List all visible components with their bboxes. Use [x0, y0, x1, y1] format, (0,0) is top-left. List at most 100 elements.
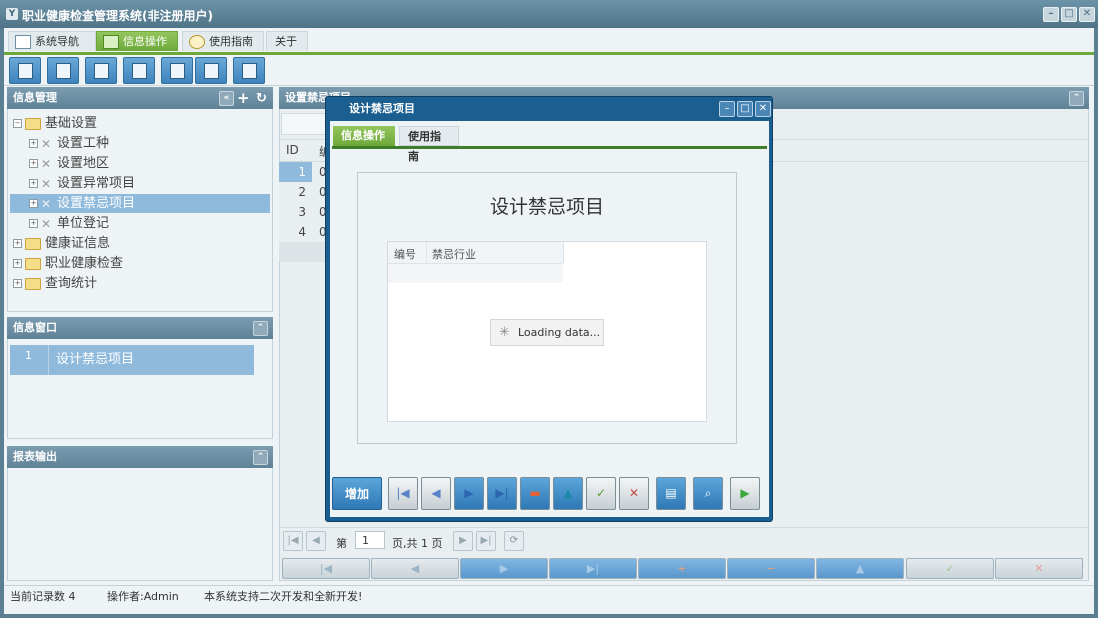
search-doc-button[interactable]: [9, 57, 41, 84]
app-logo-icon: Y: [6, 8, 18, 20]
tab-info-ops[interactable]: 信息操作: [96, 31, 178, 51]
add-button[interactable]: 增加: [332, 477, 382, 510]
close-icon[interactable]: ✕: [1079, 7, 1095, 22]
first-icon[interactable]: |◀: [388, 477, 418, 510]
collapse-icon[interactable]: ⌃: [253, 450, 268, 465]
row-number: 3: [298, 205, 306, 219]
tree-label: 单位登记: [57, 216, 110, 231]
expand-node-icon[interactable]: +: [13, 259, 22, 268]
tree-node-stats[interactable]: + 查询统计: [13, 274, 97, 294]
play-icon[interactable]: ▶: [730, 477, 760, 510]
book-button[interactable]: [47, 57, 79, 84]
tree-node-basic-settings[interactable]: − 基础设置: [13, 114, 97, 134]
table-row[interactable]: 3: [279, 202, 312, 222]
row-number: 4: [298, 225, 306, 239]
tree-node-health-check[interactable]: + 职业健康检查: [13, 254, 123, 274]
expand-node-icon[interactable]: +: [29, 199, 38, 208]
minimize-icon[interactable]: –: [1043, 7, 1059, 22]
reload-icon[interactable]: ⟳: [504, 531, 524, 551]
tree-node-health-cert[interactable]: + 健康证信息: [13, 234, 110, 254]
loading-text: Loading data...: [518, 326, 601, 339]
tab-guide[interactable]: 使用指南: [182, 31, 264, 51]
add-icon[interactable]: +: [237, 87, 250, 109]
info-window-row[interactable]: 1 设计禁忌项目: [10, 345, 254, 375]
edit-icon[interactable]: ▲: [553, 477, 583, 510]
info-window-header: 信息窗口 ⌃: [7, 317, 273, 339]
users-button[interactable]: [123, 57, 155, 84]
collapse-all-icon[interactable]: «: [219, 91, 234, 106]
expand-node-icon[interactable]: +: [29, 159, 38, 168]
preview-icon[interactable]: ⌕: [693, 477, 723, 510]
expand-node-icon[interactable]: +: [13, 279, 22, 288]
document-button[interactable]: [85, 57, 117, 84]
grid-col-divider: [563, 242, 564, 263]
expand-node-icon[interactable]: +: [29, 179, 38, 188]
dialog-maximize-icon[interactable]: □: [737, 101, 753, 117]
tab-system-nav[interactable]: 系统导航: [8, 31, 96, 51]
dialog-minimize-icon[interactable]: –: [719, 101, 735, 117]
collapse-icon[interactable]: ⌃: [1069, 91, 1084, 106]
save-record-button[interactable]: ✓: [906, 558, 994, 579]
tree-node-taboo[interactable]: + ✕ 设置禁忌项目: [29, 194, 135, 214]
delete-record-button[interactable]: −: [727, 558, 815, 579]
dialog-tab-guide[interactable]: 使用指南: [399, 126, 459, 163]
next-page-icon[interactable]: ▶: [453, 531, 473, 551]
first-page-icon[interactable]: |◀: [283, 531, 303, 551]
collapse-icon[interactable]: ⌃: [253, 321, 268, 336]
dialog-close-icon[interactable]: ✕: [755, 101, 771, 117]
last-record-button[interactable]: ▶|: [549, 558, 637, 579]
report-body: [7, 468, 273, 581]
last-page-icon[interactable]: ▶|: [476, 531, 496, 551]
grid-col-id: ID: [286, 143, 299, 157]
tree-node-job-type[interactable]: + ✕ 设置工种: [29, 134, 109, 154]
users-icon: [132, 63, 147, 79]
expand-node-icon[interactable]: +: [13, 239, 22, 248]
table-row[interactable]: 4: [279, 222, 312, 242]
export-button[interactable]: [195, 57, 227, 84]
page-input[interactable]: 1: [355, 531, 385, 549]
tab-label: 关于: [275, 35, 297, 48]
collapse-node-icon[interactable]: −: [13, 119, 22, 128]
last-icon[interactable]: ▶|: [487, 477, 517, 510]
app-title: 职业健康检查管理系统(非注册用户): [22, 9, 213, 23]
expand-node-icon[interactable]: +: [29, 219, 38, 228]
print-icon[interactable]: ▤: [656, 477, 686, 510]
next-record-button[interactable]: ▶: [460, 558, 548, 579]
refresh-icon[interactable]: ↻: [256, 88, 267, 110]
window-button[interactable]: [161, 57, 193, 84]
expand-node-icon[interactable]: +: [29, 139, 38, 148]
grid-col-industry: 禁忌行业: [432, 248, 476, 261]
tree-node-company[interactable]: + ✕ 单位登记: [29, 214, 109, 234]
book-icon: [56, 63, 71, 79]
tree-node-region[interactable]: + ✕ 设置地区: [29, 154, 109, 174]
tree-node-abnormal[interactable]: + ✕ 设置异常项目: [29, 174, 135, 194]
tools-icon: ✕: [41, 156, 52, 171]
save-icon[interactable]: ✓: [586, 477, 616, 510]
edit-record-button[interactable]: ▲: [816, 558, 904, 579]
table-row[interactable]: 1: [279, 162, 312, 182]
prev-icon[interactable]: ◀: [421, 477, 451, 510]
status-records: 当前记录数 4: [10, 590, 76, 603]
tree-label: 设置地区: [57, 156, 110, 171]
prev-page-icon[interactable]: ◀: [306, 531, 326, 551]
app-title-bar: Y 职业健康检查管理系统(非注册用户) – □ ✕: [0, 0, 1098, 28]
tree-label: 基础设置: [45, 116, 98, 131]
cancel-record-button[interactable]: ✕: [995, 558, 1083, 579]
window-icon: [170, 63, 185, 79]
add-record-button[interactable]: +: [638, 558, 726, 579]
dialog-title-bar[interactable]: 设计禁忌项目: [327, 99, 771, 119]
print-button[interactable]: [233, 57, 265, 84]
dialog-grid-empty-row: [388, 264, 563, 283]
cancel-icon[interactable]: ✕: [619, 477, 649, 510]
maximize-icon[interactable]: □: [1061, 7, 1077, 22]
prev-record-button[interactable]: ◀: [371, 558, 459, 579]
dialog-tab-info-ops[interactable]: 信息操作: [333, 126, 395, 146]
delete-icon[interactable]: ▬: [520, 477, 550, 510]
pager-divider: [279, 527, 1089, 528]
folder-icon: [25, 277, 41, 290]
first-record-button[interactable]: |◀: [282, 558, 370, 579]
next-icon[interactable]: ▶: [454, 477, 484, 510]
tools-icon: ✕: [41, 176, 52, 191]
table-row[interactable]: 2: [279, 182, 312, 202]
tab-about[interactable]: 关于: [266, 31, 308, 51]
